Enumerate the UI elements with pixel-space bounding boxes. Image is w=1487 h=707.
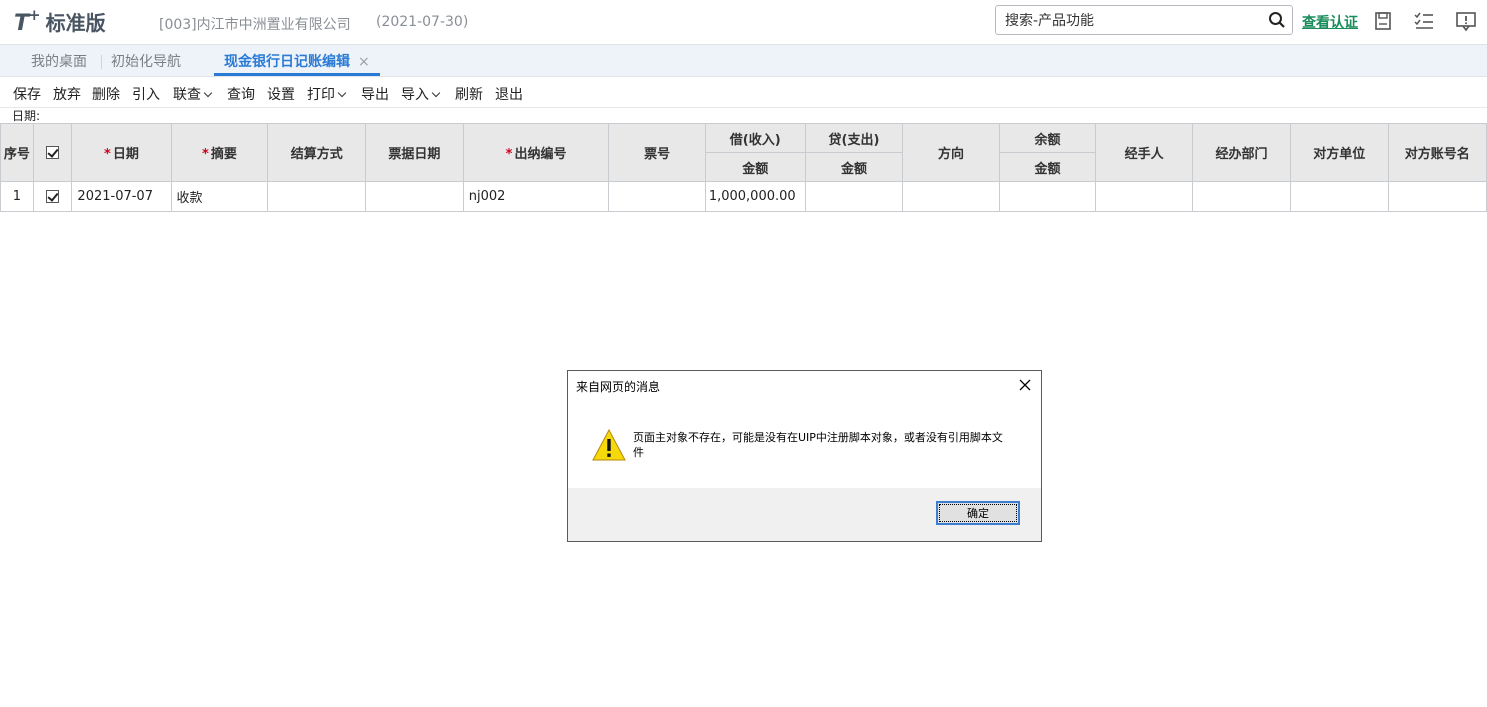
header-cashier-no[interactable]: * 出纳编号 (462, 123, 610, 182)
tab-label: 现金银行日记账编辑 (224, 54, 350, 70)
required-mark: * (202, 147, 209, 162)
header-date[interactable]: * 日期 (71, 123, 172, 182)
header-balance[interactable]: 余额 (998, 123, 1097, 153)
cell-seq: 1 (0, 181, 34, 212)
checklist-icon[interactable] (1413, 10, 1435, 32)
exit-button[interactable]: 退出 (495, 84, 523, 104)
cell-summary[interactable]: 收款 (170, 181, 269, 212)
tab-divider (101, 55, 102, 69)
row-checkbox[interactable] (46, 190, 60, 203)
import-dropdown[interactable]: 导入 (401, 84, 441, 104)
dialog-message: 页面主对象不存在，可能是没有在UIP中注册脚本对象，或者没有引用脚本文件 (633, 431, 1003, 459)
save-button[interactable]: 保存 (13, 84, 41, 104)
header-seq[interactable]: 序号 (0, 123, 34, 182)
ok-button[interactable]: 确定 (936, 501, 1020, 525)
logo-letter: T (14, 11, 29, 36)
tab-init-nav[interactable]: 初始化导航 (111, 45, 181, 76)
logo-mark: T+ (14, 6, 41, 36)
toolbar: 保存 放弃 删除 引入 联查 查询 设置 打印 导出 导入 刷新 退出 (0, 77, 1487, 107)
query-button[interactable]: 查询 (227, 84, 255, 104)
tab-cash-bank-journal-edit[interactable]: 现金银行日记账编辑 × (214, 45, 380, 76)
close-icon[interactable]: × (358, 54, 370, 70)
header-dept[interactable]: 经办部门 (1192, 123, 1291, 182)
header-bill-no[interactable]: 票号 (608, 123, 706, 182)
dialog-footer: 确定 (568, 488, 1041, 541)
header-cashier-no-label: 出纳编号 (514, 147, 567, 162)
dialog-title: 来自网页的消息 (576, 380, 661, 394)
header-handler[interactable]: 经手人 (1095, 123, 1194, 182)
chevron-down-icon (337, 88, 347, 98)
company-name: [003]内江市中洲置业有限公司 (159, 17, 351, 33)
cell-bill-no[interactable] (608, 181, 706, 212)
header-select-all[interactable] (32, 123, 73, 182)
header-debit[interactable]: 借(收入) (704, 123, 806, 153)
export-button[interactable]: 导出 (361, 84, 389, 104)
verify-link[interactable]: 查看认证 (1302, 12, 1358, 32)
header-summary[interactable]: * 摘要 (170, 123, 269, 182)
cell-cashier-no[interactable]: nj002 (462, 181, 610, 212)
header-direction[interactable]: 方向 (902, 123, 1000, 182)
cell-party-account[interactable] (1387, 181, 1487, 212)
header-party[interactable]: 对方单位 (1289, 123, 1389, 182)
account-date: (2021-07-30) (376, 14, 469, 30)
cell-date[interactable]: 2021-07-07 (71, 181, 172, 212)
header-balance-amount[interactable]: 金额 (998, 152, 1097, 182)
top-header: T+ 标准版 [003]内江市中洲置业有限公司 (2021-07-30) 查看认… (0, 0, 1487, 45)
cell-credit-amount[interactable] (804, 181, 904, 212)
header-date-label: 日期 (112, 147, 139, 162)
cell-party[interactable] (1289, 181, 1389, 212)
link-query-label: 联查 (173, 87, 201, 103)
cell-direction[interactable] (902, 181, 1000, 212)
print-dropdown[interactable]: 打印 (307, 84, 347, 104)
cell-bill-date[interactable] (365, 181, 464, 212)
required-mark: * (104, 147, 111, 162)
cell-balance-amount[interactable] (998, 181, 1097, 212)
print-label: 打印 (307, 87, 335, 103)
header-party-account[interactable]: 对方账号名 (1387, 123, 1487, 182)
header-settle[interactable]: 结算方式 (267, 123, 367, 182)
cell-handler[interactable] (1095, 181, 1194, 212)
refresh-button[interactable]: 刷新 (455, 84, 483, 104)
product-logo: T+ 标准版 (14, 6, 106, 36)
header-credit[interactable]: 贷(支出) (804, 123, 904, 153)
warning-icon (592, 429, 626, 461)
message-icon[interactable] (1455, 10, 1477, 32)
search-icon[interactable] (1268, 11, 1286, 29)
header-summary-label: 摘要 (210, 147, 237, 162)
tab-bar: 我的桌面 初始化导航 现金银行日记账编辑 × (0, 45, 1487, 77)
import-ref-button[interactable]: 引入 (132, 84, 160, 104)
logo-text: 标准版 (45, 10, 106, 35)
message-dialog: 来自网页的消息 页面主对象不存在，可能是没有在UIP中注册脚本对象，或者没有引用… (567, 370, 1042, 542)
required-mark: * (505, 147, 513, 162)
search-input[interactable] (996, 6, 1267, 36)
date-filter-bar: 日期: (0, 107, 1487, 124)
journal-grid: 序号 * 日期 * 摘要 结算方式 票据日期 * 出纳编号 票号 借(收入) 贷(支出… (0, 123, 1487, 212)
chevron-down-icon (203, 88, 213, 98)
discard-button[interactable]: 放弃 (53, 84, 81, 104)
date-label: 日期: (12, 109, 41, 123)
tab-my-desktop[interactable]: 我的桌面 (31, 45, 87, 76)
settings-button[interactable]: 设置 (267, 84, 295, 104)
cell-settle[interactable] (267, 181, 367, 212)
header-debit-amount[interactable]: 金额 (704, 152, 806, 182)
table-row[interactable]: 1 2021-07-07 收款 nj002 1,000,000.00 (0, 181, 1487, 212)
search-box[interactable] (995, 5, 1293, 36)
import-label: 导入 (401, 87, 429, 103)
delete-button[interactable]: 删除 (92, 84, 120, 104)
link-query-dropdown[interactable]: 联查 (173, 84, 213, 104)
chevron-down-icon (431, 88, 441, 98)
header-bill-date[interactable]: 票据日期 (365, 123, 464, 182)
cell-dept[interactable] (1192, 181, 1291, 212)
close-icon[interactable] (1017, 377, 1033, 393)
cell-debit-amount[interactable]: 1,000,000.00 (704, 181, 806, 212)
save-disk-icon[interactable] (1372, 10, 1394, 32)
cell-select[interactable] (32, 181, 73, 212)
logo-plus: + (28, 6, 41, 24)
header-credit-amount[interactable]: 金额 (804, 152, 904, 182)
select-all-checkbox[interactable] (46, 146, 60, 159)
